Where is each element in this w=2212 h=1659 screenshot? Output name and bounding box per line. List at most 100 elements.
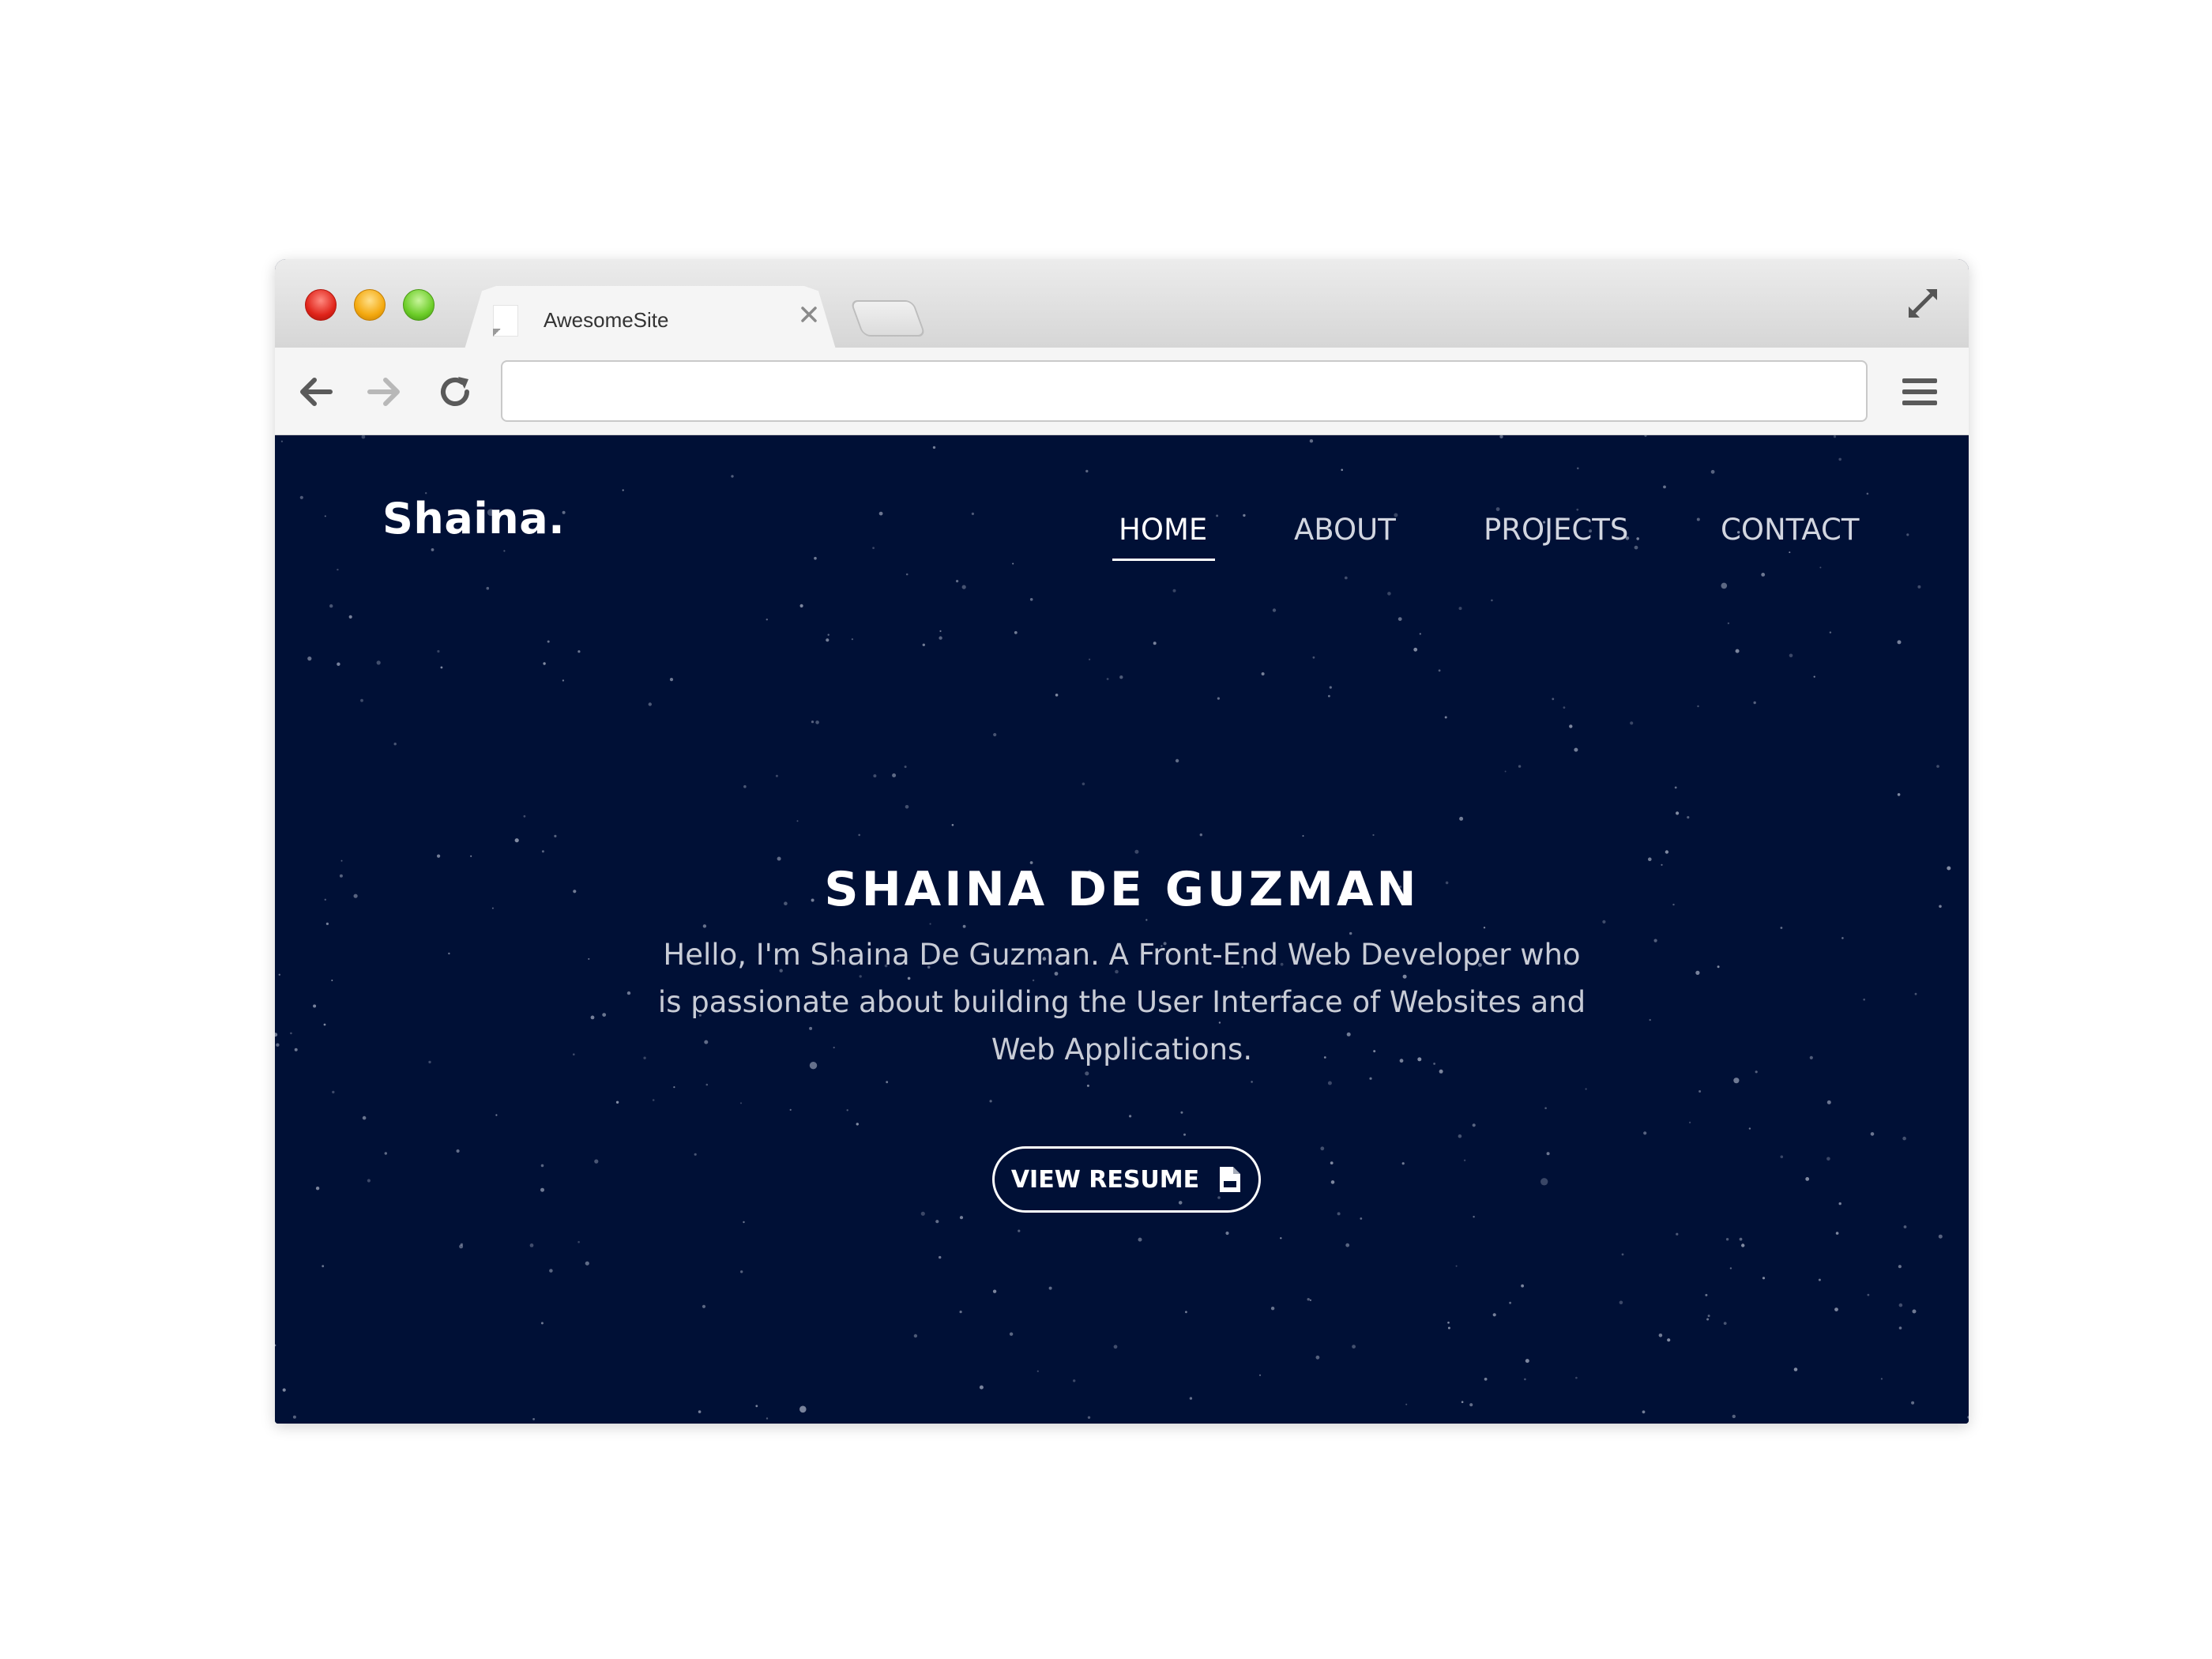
star [851, 638, 853, 641]
star [1369, 1077, 1372, 1080]
star [1183, 1133, 1186, 1136]
hamburger-menu-icon[interactable] [1899, 371, 1940, 412]
star [275, 1344, 276, 1347]
back-arrow-icon[interactable] [294, 370, 338, 414]
star [1087, 1416, 1091, 1420]
star [290, 1032, 292, 1035]
star [789, 1108, 792, 1111]
star [323, 1023, 326, 1026]
star [951, 824, 954, 826]
fullscreen-icon[interactable] [1902, 283, 1943, 324]
star [1280, 1237, 1282, 1240]
star [331, 980, 333, 981]
star [827, 634, 830, 636]
star [1438, 669, 1441, 672]
star [456, 1149, 460, 1153]
star [1569, 724, 1573, 728]
star [590, 1015, 595, 1020]
star [332, 1090, 335, 1094]
star [1419, 633, 1421, 635]
nav-item-about[interactable]: ABOUT [1294, 513, 1396, 547]
star [1455, 1265, 1458, 1267]
star [1469, 1403, 1473, 1407]
star [315, 1187, 320, 1191]
star [1082, 782, 1085, 786]
pdf-file-icon [1220, 1167, 1241, 1192]
minimize-window-button[interactable] [354, 289, 386, 321]
star [932, 446, 936, 450]
close-window-button[interactable] [305, 289, 337, 321]
star [1585, 1088, 1587, 1090]
star [1829, 631, 1832, 634]
nav-item-projects[interactable]: PROJECTS [1484, 513, 1628, 547]
star [1199, 833, 1203, 837]
star [702, 924, 707, 928]
star [1819, 566, 1822, 569]
star [1755, 1070, 1758, 1074]
star [1696, 517, 1700, 521]
star [622, 489, 624, 491]
star [470, 855, 472, 857]
reload-icon[interactable] [433, 370, 477, 414]
star [448, 952, 450, 955]
star [648, 702, 652, 706]
star [376, 660, 381, 665]
star [872, 547, 875, 549]
star [856, 1123, 859, 1126]
view-resume-button[interactable]: VIEW RESUME [992, 1146, 1261, 1213]
star [529, 1243, 534, 1247]
address-bar-input[interactable] [501, 360, 1868, 422]
star [1302, 835, 1304, 837]
star [276, 1043, 280, 1047]
star [673, 1086, 675, 1089]
star [1658, 1334, 1663, 1337]
star [1818, 1278, 1821, 1281]
star [1897, 640, 1902, 645]
star [1329, 686, 1332, 689]
star [324, 515, 326, 517]
star [322, 1265, 325, 1268]
star [1866, 492, 1869, 495]
star [1146, 919, 1148, 921]
star [573, 1053, 575, 1055]
star [313, 1004, 317, 1008]
star [1789, 551, 1791, 554]
star [585, 1261, 589, 1266]
star [961, 585, 966, 589]
star [562, 679, 565, 682]
star [275, 1033, 278, 1037]
star [299, 495, 303, 499]
star [1086, 1084, 1089, 1087]
nav-item-home[interactable]: HOME [1119, 513, 1207, 547]
star [766, 619, 768, 621]
star [1725, 1238, 1729, 1241]
star [1540, 1178, 1548, 1186]
star [325, 922, 329, 925]
star [1643, 1131, 1647, 1135]
star [1328, 694, 1330, 698]
star [577, 1240, 580, 1243]
star [1484, 1377, 1488, 1381]
star [1748, 1127, 1751, 1130]
star [1917, 585, 1921, 589]
nav-item-contact[interactable]: CONTACT [1721, 513, 1859, 547]
star [1251, 1081, 1253, 1083]
star [1733, 1078, 1740, 1084]
star [1458, 1134, 1462, 1138]
star [1270, 1307, 1275, 1311]
site-logo[interactable]: Shaina. [382, 494, 565, 544]
forward-arrow-icon[interactable] [362, 370, 406, 414]
zoom-window-button[interactable] [403, 289, 434, 321]
star [1413, 647, 1418, 652]
star [743, 1221, 745, 1224]
star [1841, 937, 1844, 939]
star [437, 854, 441, 858]
star [1870, 1132, 1875, 1136]
star [1602, 920, 1606, 924]
new-tab-button[interactable] [849, 300, 927, 337]
star [532, 1418, 535, 1420]
close-tab-icon[interactable] [796, 302, 822, 327]
star [486, 586, 490, 590]
star [755, 1405, 758, 1408]
star [643, 1056, 646, 1059]
